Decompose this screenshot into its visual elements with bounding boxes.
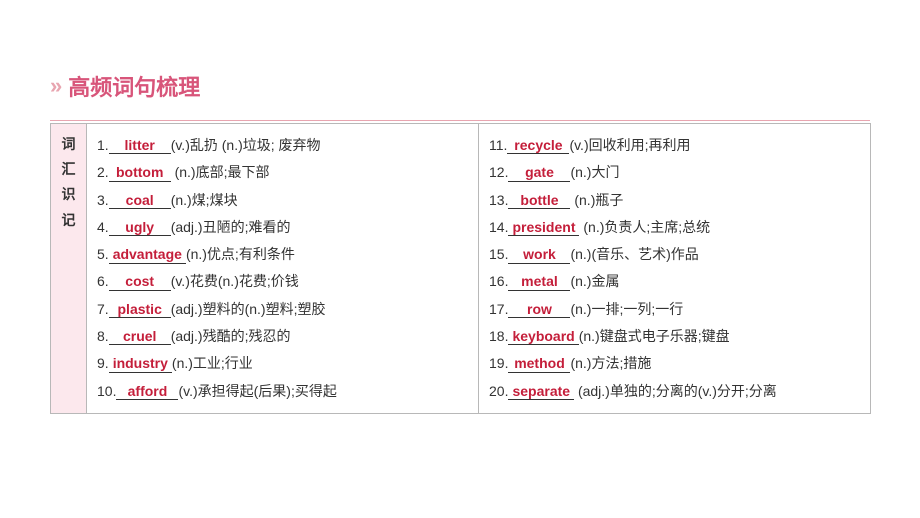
item-number: 10. xyxy=(97,383,116,399)
vocab-item: 16.metal(n.)金属 xyxy=(489,268,860,295)
vocab-item: 13.bottle (n.)瓶子 xyxy=(489,187,860,214)
item-definition: (n.)(音乐、艺术)作品 xyxy=(570,246,698,262)
item-number: 6. xyxy=(97,273,109,289)
item-number: 12. xyxy=(489,164,508,180)
item-definition: (n.)优点;有利条件 xyxy=(186,246,295,262)
item-definition: (adj.)塑料的(n.)塑料;塑胶 xyxy=(171,301,326,317)
side-label-char: 记 xyxy=(62,208,76,233)
item-answer: method xyxy=(508,356,570,372)
item-definition: (n.)煤;煤块 xyxy=(171,192,238,208)
vocab-item: 1.litter(v.)乱扔 (n.)垃圾; 废弃物 xyxy=(97,132,468,159)
item-definition: (adj.)残酷的;残忍的 xyxy=(171,328,291,344)
item-definition: (n.)一排;一列;一行 xyxy=(570,301,683,317)
vocab-item: 18.keyboard(n.)键盘式电子乐器;键盘 xyxy=(489,323,860,350)
item-answer: coal xyxy=(109,193,171,209)
item-answer: keyboard xyxy=(508,329,578,345)
side-label-char: 词 xyxy=(62,132,76,157)
item-number: 14. xyxy=(489,219,508,235)
item-definition: (n.)金属 xyxy=(570,273,619,289)
item-answer: cruel xyxy=(109,329,171,345)
item-number: 20. xyxy=(489,383,508,399)
item-answer: president xyxy=(508,220,579,236)
item-definition: (n.)键盘式电子乐器;键盘 xyxy=(579,328,730,344)
item-definition: (adj.)单独的;分离的(v.)分开;分离 xyxy=(574,383,777,399)
section-title: 高频词句梳理 xyxy=(68,70,200,102)
item-definition: (v.)承担得起(后果);买得起 xyxy=(178,383,336,399)
item-definition: (adj.)丑陋的;难看的 xyxy=(171,219,291,235)
item-answer: work xyxy=(508,247,570,263)
item-definition: (v.)回收利用;再利用 xyxy=(569,137,690,153)
item-number: 11. xyxy=(489,137,507,153)
item-number: 15. xyxy=(489,246,508,262)
item-number: 18. xyxy=(489,328,508,344)
vocab-item: 19.method(n.)方法;措施 xyxy=(489,350,860,377)
item-number: 13. xyxy=(489,192,508,208)
item-definition: (n.)瓶子 xyxy=(570,192,623,208)
item-number: 9. xyxy=(97,355,109,371)
side-label: 词 汇 识 记 xyxy=(61,132,76,233)
item-definition: (n.)负责人;主席;总统 xyxy=(579,219,710,235)
item-number: 5. xyxy=(97,246,109,262)
left-column: 1.litter(v.)乱扔 (n.)垃圾; 废弃物 2.bottom (n.)… xyxy=(87,124,479,414)
item-answer: cost xyxy=(109,274,171,290)
right-column: 11.recycle(v.)回收利用;再利用 12.gate(n.)大门 13.… xyxy=(479,124,871,414)
vocab-item: 6.cost(v.)花费(n.)花费;价钱 xyxy=(97,268,468,295)
side-label-cell: 词 汇 识 记 xyxy=(51,124,87,414)
item-definition: (n.)底部;最下部 xyxy=(171,164,270,180)
item-number: 3. xyxy=(97,192,109,208)
item-definition: (n.)大门 xyxy=(570,164,619,180)
item-answer: bottom xyxy=(109,165,171,181)
vocab-item: 14.president (n.)负责人;主席;总统 xyxy=(489,214,860,241)
vocab-item: 5.advantage(n.)优点;有利条件 xyxy=(97,241,468,268)
vocab-item: 20.separate (adj.)单独的;分离的(v.)分开;分离 xyxy=(489,378,860,405)
item-answer: metal xyxy=(508,274,570,290)
vocab-item: 2.bottom (n.)底部;最下部 xyxy=(97,159,468,186)
vocab-item: 11.recycle(v.)回收利用;再利用 xyxy=(489,132,860,159)
vocab-item: 15.work(n.)(音乐、艺术)作品 xyxy=(489,241,860,268)
vocab-item: 3.coal(n.)煤;煤块 xyxy=(97,187,468,214)
item-definition: (n.)方法;措施 xyxy=(570,355,651,371)
item-number: 16. xyxy=(489,273,508,289)
vocab-item: 9.industry(n.)工业;行业 xyxy=(97,350,468,377)
vocab-item: 7.plastic(adj.)塑料的(n.)塑料;塑胶 xyxy=(97,296,468,323)
item-number: 19. xyxy=(489,355,508,371)
item-number: 17. xyxy=(489,301,508,317)
item-definition: (n.)工业;行业 xyxy=(172,355,253,371)
item-answer: recycle xyxy=(507,138,569,154)
vocab-item: 4.ugly(adj.)丑陋的;难看的 xyxy=(97,214,468,241)
item-definition: (v.)花费(n.)花费;价钱 xyxy=(171,273,299,289)
vocab-item: 8.cruel(adj.)残酷的;残忍的 xyxy=(97,323,468,350)
item-answer: gate xyxy=(508,165,570,181)
item-answer: ugly xyxy=(109,220,171,236)
divider xyxy=(50,120,870,121)
item-answer: bottle xyxy=(508,193,570,209)
vocab-table: 词 汇 识 记 1.litter(v.)乱扔 (n.)垃圾; 废弃物 2.bot… xyxy=(50,123,871,414)
vocab-item: 12.gate(n.)大门 xyxy=(489,159,860,186)
item-answer: advantage xyxy=(109,247,186,263)
section-header: » 高频词句梳理 xyxy=(50,70,870,102)
vocab-item: 10.afford(v.)承担得起(后果);买得起 xyxy=(97,378,468,405)
item-answer: separate xyxy=(508,384,574,400)
side-label-char: 识 xyxy=(62,182,76,207)
chevron-icon: » xyxy=(50,73,60,99)
item-number: 7. xyxy=(97,301,109,317)
item-number: 8. xyxy=(97,328,109,344)
item-answer: litter xyxy=(109,138,171,154)
item-answer: industry xyxy=(109,356,172,372)
item-answer: row xyxy=(508,302,570,318)
item-answer: afford xyxy=(116,384,178,400)
item-number: 2. xyxy=(97,164,109,180)
vocab-item: 17.row(n.)一排;一列;一行 xyxy=(489,296,860,323)
item-number: 1. xyxy=(97,137,109,153)
side-label-char: 汇 xyxy=(62,157,76,182)
item-definition: (v.)乱扔 (n.)垃圾; 废弃物 xyxy=(171,137,321,153)
item-number: 4. xyxy=(97,219,109,235)
item-answer: plastic xyxy=(109,302,171,318)
